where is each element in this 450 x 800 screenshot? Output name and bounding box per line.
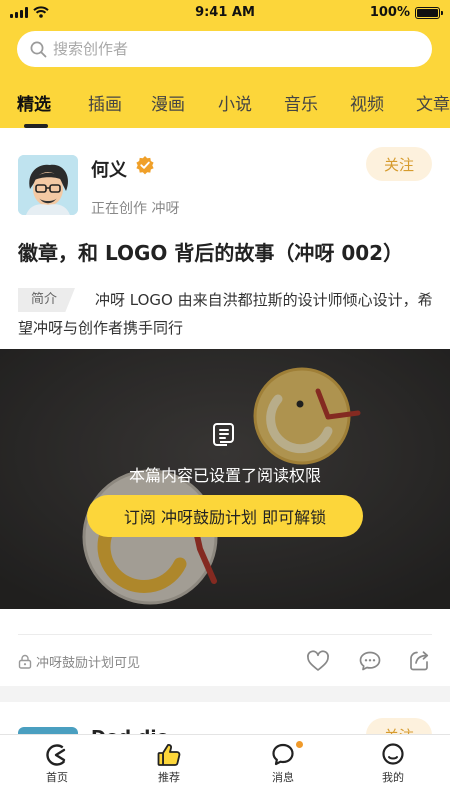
header: 9:41 AM 100% 精选 插画 漫画 小说 音乐 视频 文章 bbox=[0, 0, 450, 128]
nav-profile[interactable]: 我的 bbox=[363, 741, 423, 785]
battery-icon bbox=[415, 6, 443, 19]
search-icon bbox=[30, 41, 47, 57]
post-card[interactable]: 何义 关注 正在创作 冲呀 徽章，和 LOGO 背后的故事（冲呀 002） 简介… bbox=[0, 128, 450, 686]
tab-video[interactable]: 视频 bbox=[350, 90, 384, 115]
search-input[interactable] bbox=[53, 40, 393, 58]
nav-home-label: 首页 bbox=[46, 771, 68, 784]
like-icon[interactable] bbox=[306, 650, 330, 672]
divider bbox=[18, 634, 432, 635]
lock-icon bbox=[18, 654, 32, 669]
tab-illustration[interactable]: 插画 bbox=[88, 90, 122, 115]
author-name[interactable]: 何义 bbox=[91, 156, 127, 182]
visibility-text: 冲呀鼓励计划可见 bbox=[36, 656, 141, 671]
nav-messages[interactable]: 消息 bbox=[253, 741, 313, 785]
battery-percent: 100% bbox=[369, 5, 410, 20]
post-intro: 冲呀 LOGO 由来自洪都拉斯的设计师倾心设计，希望冲呀与创作者携手同行 bbox=[18, 291, 433, 337]
tab-comics[interactable]: 漫画 bbox=[151, 90, 185, 115]
subscribe-unlock-button[interactable]: 订阅 冲呀鼓励计划 即可解锁 bbox=[87, 495, 363, 537]
notification-dot bbox=[296, 741, 303, 748]
bottom-nav: 首页 推荐 消息 我的 bbox=[0, 734, 450, 800]
share-icon[interactable] bbox=[408, 650, 432, 672]
locked-content: 本篇内容已设置了阅读权限 订阅 冲呀鼓励计划 即可解锁 bbox=[0, 349, 450, 609]
visibility-info: 冲呀鼓励计划可见 bbox=[18, 652, 140, 671]
tab-music[interactable]: 音乐 bbox=[284, 90, 318, 115]
profile-icon bbox=[382, 743, 404, 765]
tab-article[interactable]: 文章 bbox=[416, 90, 450, 115]
search-bar[interactable] bbox=[17, 31, 432, 67]
nav-recommend[interactable]: 推荐 bbox=[139, 741, 199, 785]
nav-messages-label: 消息 bbox=[272, 771, 294, 784]
post-title[interactable]: 徽章，和 LOGO 背后的故事（冲呀 002） bbox=[18, 237, 403, 266]
author-status: 正在创作 冲呀 bbox=[91, 201, 180, 217]
lock-message: 本篇内容已设置了阅读权限 bbox=[128, 466, 321, 485]
tab-novel[interactable]: 小说 bbox=[218, 90, 252, 115]
author-avatar[interactable] bbox=[18, 155, 78, 215]
tab-featured[interactable]: 精选 bbox=[17, 90, 51, 115]
verified-badge-icon bbox=[136, 156, 154, 175]
nav-profile-label: 我的 bbox=[382, 771, 404, 784]
message-icon bbox=[272, 743, 294, 766]
status-bar: 9:41 AM 100% bbox=[0, 0, 450, 26]
home-icon bbox=[46, 744, 68, 766]
follow-button[interactable]: 关注 bbox=[366, 147, 432, 181]
category-tabs: 精选 插画 漫画 小说 音乐 视频 文章 bbox=[0, 86, 450, 128]
comment-icon[interactable] bbox=[358, 650, 382, 672]
nav-recommend-label: 推荐 bbox=[158, 771, 180, 784]
thumbs-up-icon bbox=[157, 744, 181, 766]
nav-home[interactable]: 首页 bbox=[27, 741, 87, 785]
document-icon bbox=[213, 423, 234, 446]
